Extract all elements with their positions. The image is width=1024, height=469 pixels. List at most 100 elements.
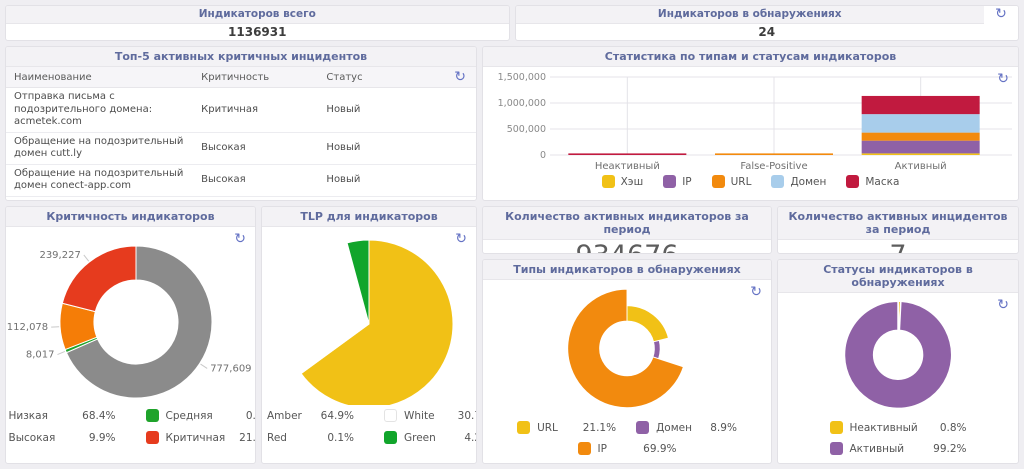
tlp-pie-svg (262, 227, 476, 405)
legend-item-IP[interactable]: IP (663, 175, 691, 188)
legend-label: Домен (790, 176, 826, 188)
incidents-table-body: Отправка письма с подозрительного домена… (6, 88, 476, 201)
bar-segment-URL[interactable] (715, 154, 833, 156)
detection-statuses-chart-area: ↻ Неактивный 0.8% Активный99.2% (778, 293, 1018, 463)
legend-label: Неактивный (850, 422, 922, 434)
refresh-icon[interactable]: ↻ (995, 7, 1007, 21)
dashboard: Индикаторов всего 1136931 Индикаторов в … (0, 0, 1024, 469)
legend-item-Red[interactable]: Red0.1% (261, 431, 354, 444)
legend-label: Критичная (166, 432, 230, 444)
legend-item-Высокая[interactable]: Высокая9.9% (5, 431, 116, 444)
legend-item-Неактивный[interactable]: Неактивный 0.8% (830, 421, 967, 434)
table-row[interactable]: Обращение на подозрительный домен conect… (6, 164, 476, 196)
criticality-title: Критичность индикаторов (6, 207, 255, 227)
legend-swatch (146, 431, 159, 444)
card-header: TLP для индикаторов (262, 207, 476, 227)
legend-item-Маска[interactable]: Маска (846, 175, 899, 188)
cell-severity: Высокая (193, 196, 318, 201)
active-incidents-value: 7 (778, 240, 1018, 254)
legend-item-White[interactable]: White30.7% (384, 409, 477, 422)
table-row[interactable]: Обращение с подозрительного IP 192.168.4… (6, 196, 476, 201)
bar-segment-Домен[interactable] (861, 114, 979, 132)
card-detection-types: Типы индикаторов в обнаружениях ↻ URL21.… (482, 259, 772, 464)
legend-item-URL[interactable]: URL21.1% (517, 421, 616, 434)
legend-label: Green (404, 432, 448, 444)
legend-swatch (146, 409, 159, 422)
legend-label: White (404, 410, 448, 422)
legend-label: Активный (850, 443, 922, 455)
legend-item-Хэш[interactable]: Хэш (602, 175, 644, 188)
legend-item-IP[interactable]: IP69.9% (578, 442, 677, 455)
card-header: Типы индикаторов в обнаружениях (483, 260, 771, 280)
indicators-in-detections-title: Индикаторов в обнаружениях (516, 6, 985, 24)
column-header-severity[interactable]: Критичность (193, 67, 318, 88)
column-header-name[interactable]: Наименование (6, 67, 193, 88)
bar-segment-Маска[interactable] (861, 96, 979, 114)
legend-item-URL[interactable]: URL (712, 175, 752, 188)
criticality-chart-area: ↻ 777,6098,017112,078239,227 Низкая 68.4%… (6, 227, 255, 463)
legend-item-Средняя[interactable]: Средняя0.7% (146, 409, 257, 422)
refresh-icon[interactable]: ↻ (997, 72, 1009, 86)
legend-percent: 8.9% (699, 422, 737, 434)
legend-percent: 0.8% (929, 422, 967, 434)
legend-item-Домен[interactable]: Домен (771, 175, 826, 188)
legend-item-Критичная[interactable]: Критичная 21.0% (146, 431, 257, 444)
card-header: Топ-5 активных критичных инцидентов (6, 47, 476, 67)
legend-label: Низкая (9, 410, 73, 422)
legend-item-Низкая[interactable]: Низкая 68.4% (5, 409, 116, 422)
column-header-status[interactable]: Статус (318, 67, 427, 88)
refresh-icon[interactable]: ↻ (750, 285, 762, 299)
card-header: Индикаторов в обнаружениях ↻ (516, 6, 1019, 24)
table-row[interactable]: Отправка письма с подозрительного домена… (6, 88, 476, 133)
refresh-icon[interactable]: ↻ (234, 232, 246, 246)
cell-name: Обращение на подозрительный домен cutt.l… (6, 132, 193, 164)
legend-swatch (384, 431, 397, 444)
svg-text:Активный: Активный (894, 161, 946, 171)
slice-value-label: 8,017 (26, 350, 55, 361)
legend-percent: 9.9% (80, 432, 116, 444)
legend-percent: 69.9% (639, 443, 677, 455)
legend-item-Активный[interactable]: Активный99.2% (830, 442, 967, 455)
bar-segment-IP[interactable] (861, 141, 979, 154)
bar-segment-URL[interactable] (861, 133, 979, 141)
card-header: Критичность индикаторов (6, 207, 255, 227)
incidents-table-header-row: Наименование Критичность Статус ↻ (6, 67, 476, 88)
legend-percent: 68.4% (80, 410, 116, 422)
indicators-total-value: 1136931 (6, 24, 509, 40)
table-row[interactable]: Обращение на подозрительный домен cutt.l… (6, 132, 476, 164)
indicators-total-title: Индикаторов всего (6, 6, 509, 24)
legend-swatch (602, 175, 615, 188)
refresh-icon[interactable]: ↻ (454, 69, 466, 85)
legend-swatch (830, 421, 843, 434)
legend-label: Маска (865, 176, 899, 188)
svg-text:1,500,000: 1,500,000 (497, 72, 545, 83)
legend-item-Green[interactable]: Green4.2% (384, 431, 477, 444)
pie-slice-IP[interactable] (568, 289, 684, 408)
refresh-icon[interactable]: ↻ (455, 232, 467, 246)
criticality-legend: Низкая 68.4% Средняя0.7% Высокая9.9% Критичн… (5, 405, 256, 456)
cell-name: Обращение на подозрительный домен conect… (6, 164, 193, 196)
statuses-donut-svg (779, 293, 1018, 417)
refresh-icon[interactable]: ↻ (997, 298, 1009, 312)
legend-item-Amber[interactable]: Amber64.9% (261, 409, 354, 422)
legend-swatch (663, 175, 676, 188)
legend-swatch (771, 175, 784, 188)
legend-percent: 0.7% (237, 410, 257, 422)
header-icon-slot: ↻ (984, 6, 1018, 24)
pie-slice-Домен[interactable] (653, 341, 660, 359)
column-active-incidents: Количество активных инцидентов за период… (777, 206, 1019, 464)
bar-segment-Хэш[interactable] (861, 154, 979, 156)
pie-slice-Активный[interactable] (844, 302, 951, 409)
legend-percent: 21.0% (237, 432, 257, 444)
legend-item-Домен[interactable]: Домен8.9% (636, 421, 737, 434)
legend-label: Red (267, 432, 311, 444)
card-header: Индикаторов всего (6, 6, 509, 24)
card-detection-statuses: Статусы индикаторов в обнаружениях ↻ Неа… (777, 259, 1019, 464)
pie-slice-URL[interactable] (627, 306, 668, 342)
active-incidents-title: Количество активных инцидентов за период (778, 207, 1018, 240)
cell-severity: Высокая (193, 164, 318, 196)
criticality-donut-svg: 777,6098,017112,078239,227 (6, 227, 255, 405)
bar-segment-Маска[interactable] (568, 154, 686, 156)
card-active-incidents-count: Количество активных инцидентов за период… (777, 206, 1019, 254)
card-header: Статусы индикаторов в обнаружениях (778, 260, 1018, 293)
